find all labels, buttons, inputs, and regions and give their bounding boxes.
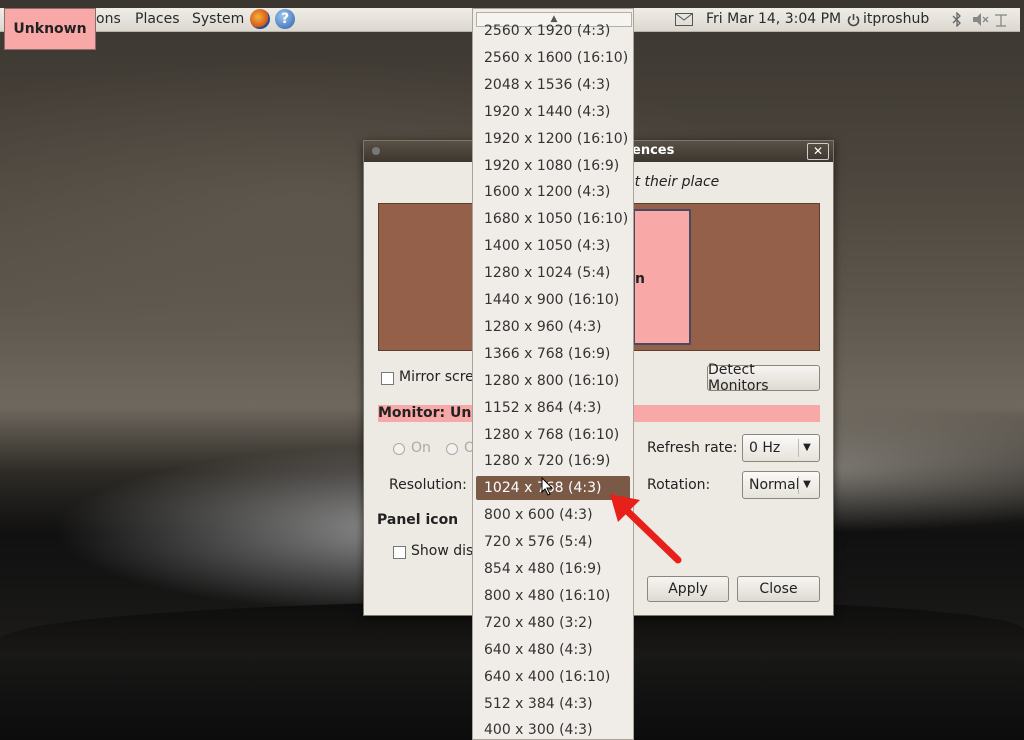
bluetooth-icon[interactable] (952, 12, 962, 27)
menu-applications[interactable]: ons (96, 11, 121, 27)
resolution-option[interactable]: 1920 x 1440 (4:3) (476, 100, 630, 124)
resolution-option[interactable]: 640 x 480 (4:3) (476, 638, 630, 662)
keyboard-icon[interactable] (994, 14, 1008, 28)
close-button-label: Close (759, 581, 798, 597)
power-icon[interactable] (847, 13, 860, 27)
resolution-option[interactable]: 1920 x 1200 (16:10) (476, 127, 630, 151)
resolution-option[interactable]: 1152 x 864 (4:3) (476, 396, 630, 420)
window-menu-icon[interactable] (372, 147, 380, 155)
resolution-option[interactable]: 1440 x 900 (16:10) (476, 288, 630, 312)
resolution-option[interactable]: 1280 x 720 (16:9) (476, 449, 630, 473)
resolution-option[interactable]: 640 x 400 (16:10) (476, 665, 630, 689)
resolution-option[interactable]: 1920 x 1080 (16:9) (476, 154, 630, 178)
resolution-option[interactable]: 720 x 480 (3:2) (476, 611, 630, 635)
rotation-value: Normal (749, 477, 800, 493)
volume-icon[interactable] (972, 13, 990, 26)
mail-icon[interactable] (675, 13, 693, 26)
show-displays-checkbox[interactable] (393, 546, 406, 559)
chevron-down-icon: ▼ (798, 439, 815, 457)
menu-places[interactable]: Places (135, 11, 180, 27)
help-icon[interactable]: ? (275, 9, 295, 29)
resolution-option[interactable]: 1280 x 960 (4:3) (476, 315, 630, 339)
resolution-option[interactable]: 1280 x 1024 (5:4) (476, 261, 630, 285)
resolution-option[interactable]: 1366 x 768 (16:9) (476, 342, 630, 366)
resolution-option[interactable]: 800 x 480 (16:10) (476, 584, 630, 608)
detect-monitors-label: Detect Monitors (708, 362, 769, 394)
unknown-monitor-badge: Unknown (4, 8, 96, 50)
resolution-option[interactable]: 2560 x 1920 (4:3) (476, 19, 630, 43)
resolution-dropdown[interactable]: ▲ 2560 x 1920 (4:3) 2560 x 1600 (16:10) 20… (472, 8, 634, 740)
monitor-preview-label: n (635, 271, 645, 287)
menu-system[interactable]: System (192, 11, 244, 27)
mirror-screens-checkbox[interactable] (381, 372, 394, 385)
annotation-arrow-icon (610, 494, 682, 564)
monitor-preview[interactable]: n (633, 209, 691, 345)
resolution-label: Resolution: (389, 477, 467, 493)
resolution-option[interactable]: 1680 x 1050 (16:10) (476, 207, 630, 231)
on-radio[interactable] (393, 443, 405, 455)
resolution-option[interactable]: 400 x 300 (4:3) (476, 718, 630, 739)
monitor-label: Monitor: Unk (378, 405, 481, 421)
refresh-rate-label: Refresh rate: (647, 440, 738, 456)
detect-monitors-button[interactable]: Detect Monitors (707, 362, 820, 394)
dialog-title: ences (632, 143, 675, 158)
resolution-option[interactable]: 1600 x 1200 (4:3) (476, 180, 630, 204)
resolution-option[interactable]: 2560 x 1600 (16:10) (476, 46, 630, 70)
apply-button-label: Apply (668, 581, 708, 597)
user-menu[interactable]: itproshub (863, 11, 929, 27)
panel-icon-heading: Panel icon (377, 512, 459, 528)
close-button[interactable]: Close (737, 576, 820, 602)
on-radio-label: On (411, 440, 431, 456)
close-icon[interactable]: ✕ (807, 143, 829, 160)
rotation-select[interactable]: Normal ▼ (742, 471, 820, 499)
refresh-rate-value: 0 Hz (749, 440, 781, 456)
resolution-option[interactable]: 1280 x 768 (16:10) (476, 423, 630, 447)
mouse-cursor-icon (541, 477, 554, 496)
off-radio[interactable] (446, 443, 458, 455)
resolution-option[interactable]: 1400 x 1050 (4:3) (476, 234, 630, 258)
refresh-rate-select[interactable]: 0 Hz ▼ (742, 434, 820, 462)
resolution-option[interactable]: 1280 x 800 (16:10) (476, 369, 630, 393)
resolution-option[interactable]: 2048 x 1536 (4:3) (476, 73, 630, 97)
firefox-icon[interactable] (250, 9, 270, 29)
clock[interactable]: Fri Mar 14, 3:04 PM (706, 11, 841, 27)
chevron-down-icon: ▼ (798, 476, 815, 494)
apply-button[interactable]: Apply (647, 576, 729, 602)
mirror-screens-label: Mirror scree (399, 369, 483, 385)
resolution-option[interactable]: 512 x 384 (4:3) (476, 692, 630, 716)
dialog-subtitle: et their place (626, 174, 720, 190)
